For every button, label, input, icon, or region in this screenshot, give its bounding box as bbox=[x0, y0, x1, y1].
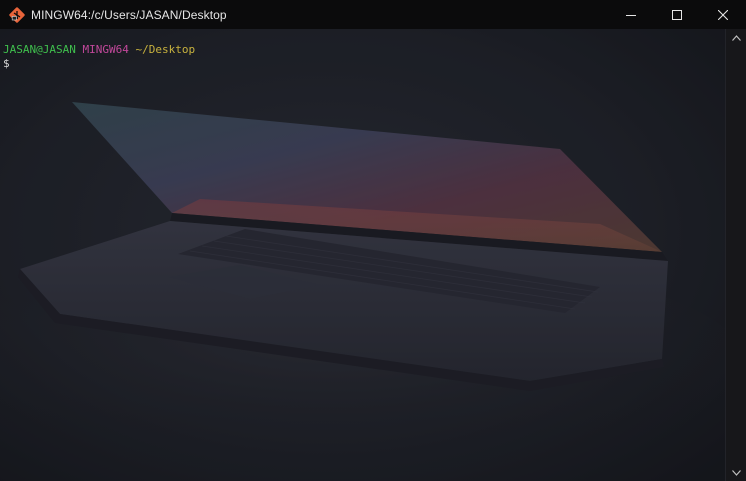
prompt-user-host: JASAN@JASAN bbox=[3, 43, 76, 56]
minimize-button[interactable] bbox=[608, 0, 654, 29]
prompt-system: MINGW64 bbox=[82, 43, 129, 56]
maximize-icon bbox=[672, 9, 682, 20]
terminal-window: MINGW64:/c/Users/JASAN/Desktop JASAN@JAS… bbox=[0, 0, 746, 481]
prompt-cwd: ~/Desktop bbox=[135, 43, 196, 56]
git-bash-icon[interactable] bbox=[9, 6, 25, 23]
scroll-down-button[interactable] bbox=[726, 464, 746, 481]
title-bar[interactable]: MINGW64:/c/Users/JASAN/Desktop bbox=[0, 0, 746, 29]
minimize-icon bbox=[626, 14, 636, 16]
window-controls bbox=[608, 0, 746, 29]
vertical-scrollbar[interactable] bbox=[725, 29, 746, 481]
prompt-symbol: $ bbox=[3, 57, 10, 70]
window-title: MINGW64:/c/Users/JASAN/Desktop bbox=[31, 7, 227, 22]
maximize-button[interactable] bbox=[654, 0, 700, 29]
close-button[interactable] bbox=[700, 0, 746, 29]
close-icon bbox=[718, 9, 728, 20]
chevron-up-icon bbox=[731, 34, 741, 41]
scroll-up-button[interactable] bbox=[726, 29, 746, 46]
terminal-content[interactable]: JASAN@JASAN MINGW64 ~/Desktop $ bbox=[0, 29, 725, 481]
terminal-output[interactable]: JASAN@JASAN MINGW64 ~/Desktop $ bbox=[3, 43, 195, 71]
laptop-wallpaper bbox=[0, 29, 725, 481]
chevron-down-icon bbox=[731, 469, 741, 476]
